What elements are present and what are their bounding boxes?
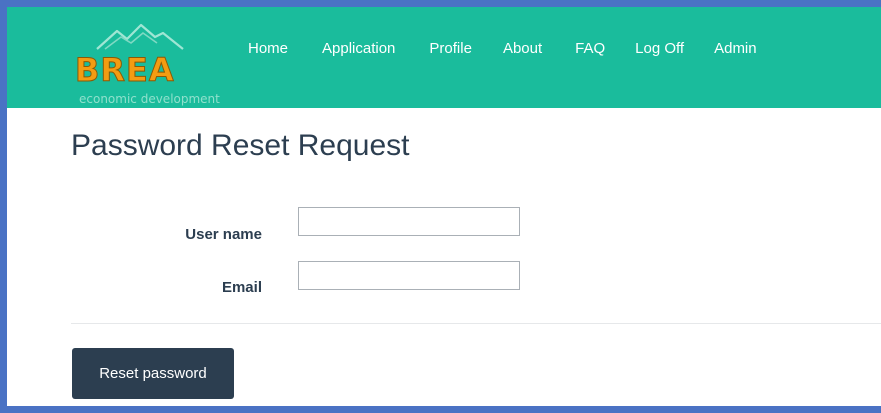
page-title: Password Reset Request	[71, 129, 410, 162]
nav-link-faq[interactable]: FAQ	[575, 40, 605, 57]
form-divider	[71, 323, 881, 324]
nav-link-log-off[interactable]: Log Off	[635, 40, 684, 57]
brand-logo-text: BREA	[75, 51, 175, 90]
mountain-icon	[96, 23, 184, 50]
username-label: User name	[185, 226, 262, 243]
reset-password-button[interactable]: Reset password	[72, 348, 234, 399]
brand-logo-subtext: economic development	[79, 92, 220, 106]
nav-link-about[interactable]: About	[503, 40, 542, 57]
username-input[interactable]	[298, 207, 520, 236]
nav-link-admin[interactable]: Admin	[714, 40, 757, 57]
main-nav: Home Application Profile About FAQ Log O…	[248, 40, 789, 57]
email-input[interactable]	[298, 261, 520, 290]
nav-link-home[interactable]: Home	[248, 40, 288, 57]
browser-viewport: BREA economic development Home Applicati…	[7, 7, 881, 406]
navbar: BREA economic development Home Applicati…	[7, 7, 881, 108]
email-label: Email	[221, 279, 262, 296]
nav-link-profile[interactable]: Profile	[429, 40, 472, 57]
nav-link-application[interactable]: Application	[322, 40, 395, 57]
brand-logo[interactable]: BREA economic development	[75, 21, 245, 107]
